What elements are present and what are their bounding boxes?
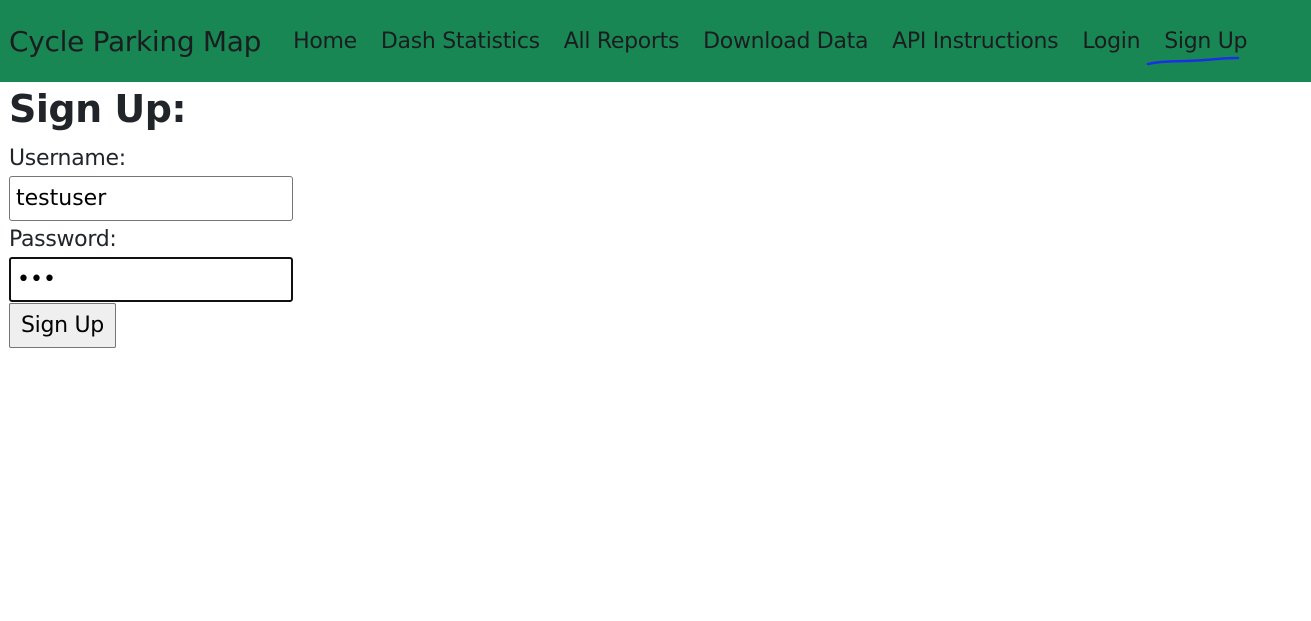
password-label: Password: <box>9 227 117 252</box>
signup-form: Sign Up: Username: Password: Sign Up <box>9 86 293 348</box>
nav-link-sign-up[interactable]: Sign Up <box>1152 29 1259 54</box>
navbar-brand[interactable]: Cycle Parking Map <box>9 25 261 58</box>
username-input[interactable] <box>9 176 293 221</box>
username-label: Username: <box>9 146 126 171</box>
nav-link-home[interactable]: Home <box>281 29 369 54</box>
page-title: Sign Up: <box>9 87 187 131</box>
nav-link-api-instructions[interactable]: API Instructions <box>880 29 1070 54</box>
nav-links: Home Dash Statistics All Reports Downloa… <box>281 29 1259 65</box>
nav-link-download-data[interactable]: Download Data <box>691 29 880 54</box>
nav-link-login[interactable]: Login <box>1070 29 1152 54</box>
sign-up-button[interactable]: Sign Up <box>9 303 116 348</box>
password-input[interactable] <box>9 257 293 302</box>
nav-link-all-reports[interactable]: All Reports <box>552 29 691 54</box>
nav-item-sign-up: Sign Up <box>1146 29 1259 65</box>
navbar: Cycle Parking Map Home Dash Statistics A… <box>0 0 1311 82</box>
underline-annotation <box>1146 56 1240 65</box>
nav-link-dash-statistics[interactable]: Dash Statistics <box>369 29 552 54</box>
